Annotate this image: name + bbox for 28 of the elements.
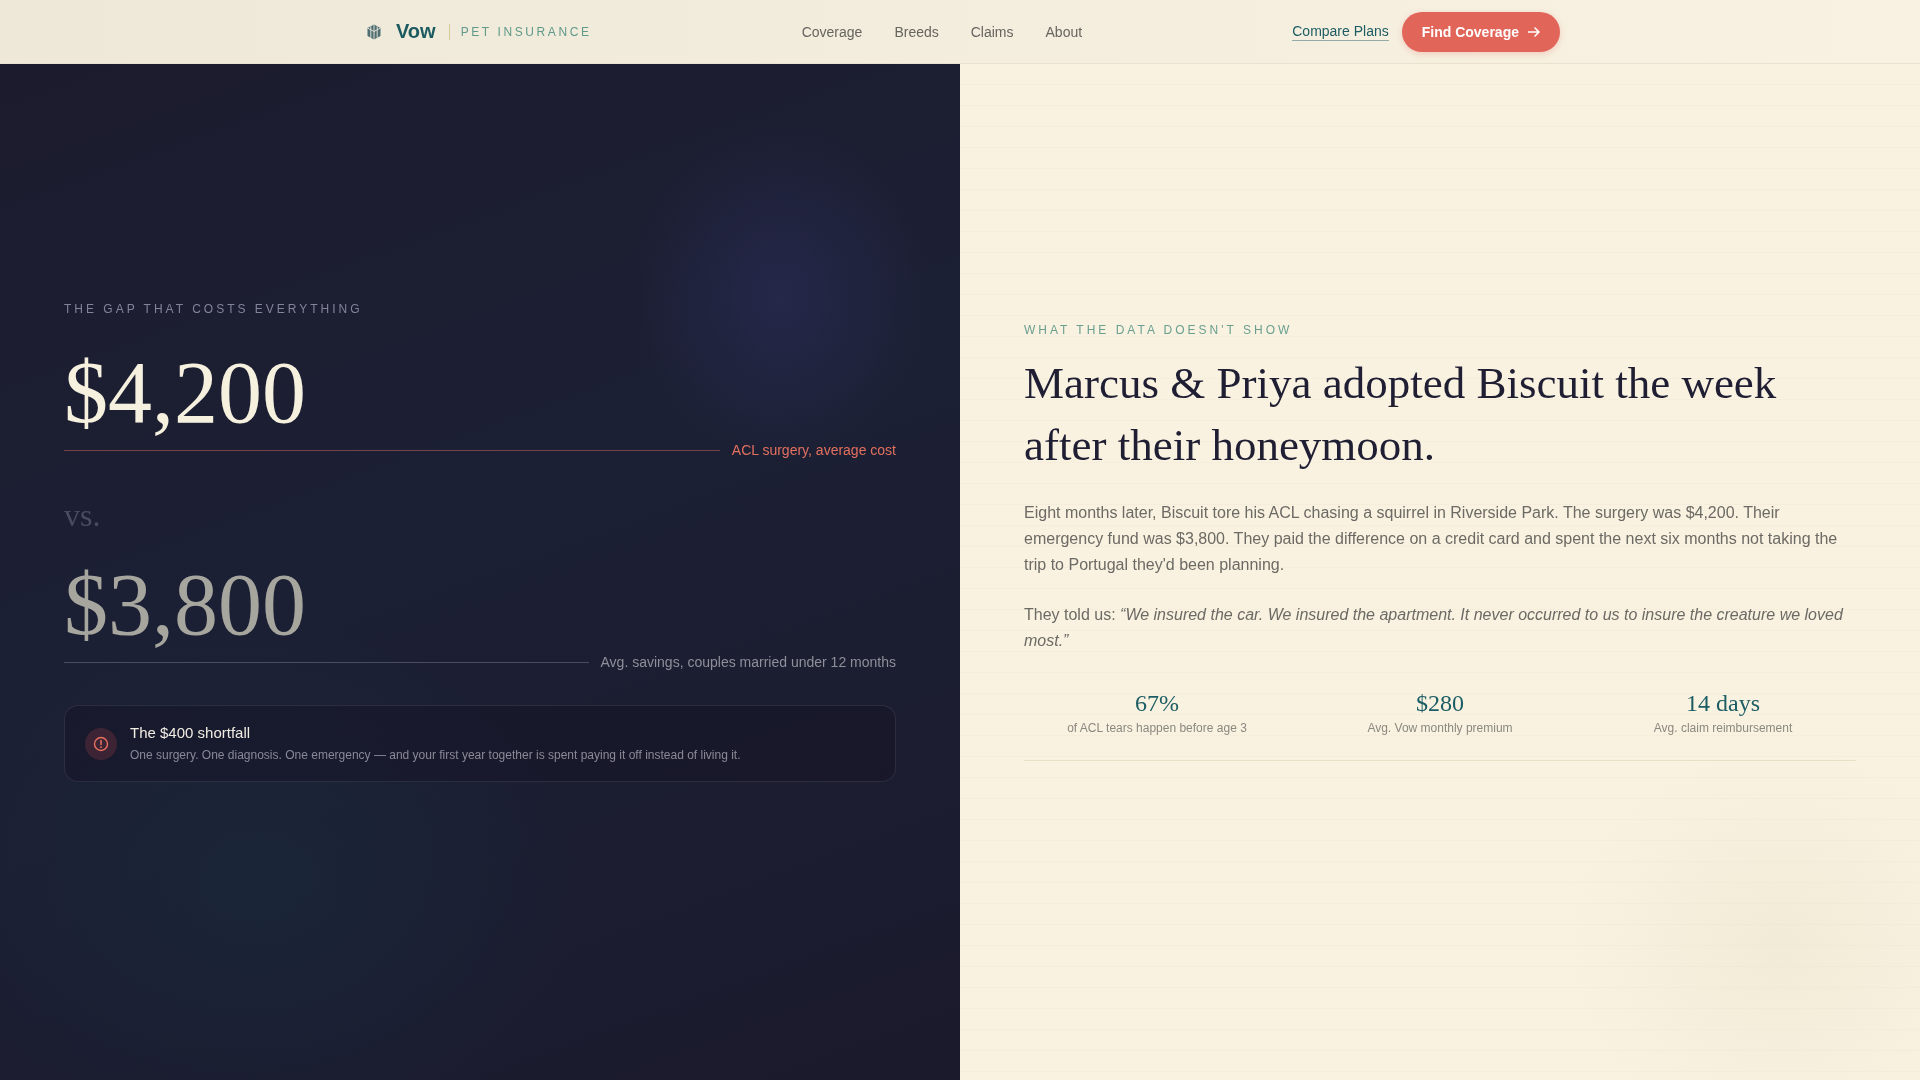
- stat-label: Avg. claim reimbursement: [1653, 720, 1793, 736]
- stat-value: 14 days: [1686, 689, 1760, 718]
- nav-link[interactable]: About: [1045, 23, 1083, 40]
- amount-caption: Avg. savings, couples married under 12 months: [600, 653, 896, 671]
- story-paragraph: Eight months later, Biscuit tore his ACL chasing a squirrel in Riverside Park. The surgery was $4,200. Their emergency fund was $3,800. They paid the difference on a credit card and spent the next six months not taking the trip to Portugal they'd been planning.: [1024, 503, 1839, 575]
- nav-link[interactable]: Claims: [970, 23, 1014, 40]
- nav-link[interactable]: Coverage: [801, 23, 863, 40]
- brand-tagline: PET INSURANCE: [460, 24, 592, 39]
- callout-title: The $400 shortfall: [130, 724, 252, 742]
- quote-paragraph: They told us: “We insured the car. We insured the apartment. It never occurred to us to insure the creature we loved most.”: [1024, 605, 1845, 651]
- amount-figure: $3,800: [64, 561, 307, 649]
- section-eyebrow: WHAT THE DATA DOESN'T SHOW: [1024, 323, 1294, 338]
- amount-figure: $4,200: [64, 349, 307, 437]
- nav-link[interactable]: Breeds: [894, 23, 939, 40]
- alert-icon: [85, 727, 117, 760]
- arrow-right-icon: [1528, 26, 1540, 37]
- find-coverage-button[interactable]: Find Coverage: [1401, 11, 1560, 52]
- stat-value: 67%: [1135, 689, 1179, 718]
- stat-value: $280: [1416, 689, 1464, 718]
- section-eyebrow: THE GAP THAT COSTS EVERYTHING: [64, 302, 364, 317]
- brand-name[interactable]: Vow: [396, 20, 436, 43]
- story-headline: Marcus & Priya adopted Biscuit the week after their honeymoon.: [1024, 357, 1778, 472]
- stat-label: of ACL tears happen before age 3: [1067, 720, 1247, 736]
- compare-plans-link[interactable]: Compare Plans: [1292, 22, 1389, 41]
- hexagon-logo-icon: [367, 23, 381, 40]
- amount-caption: ACL surgery, average cost: [731, 441, 896, 459]
- stat-label: Avg. Vow monthly premium: [1367, 720, 1513, 736]
- callout-text: One surgery. One diagnosis. One emergency — and your first year together is spent paying it off instead of living it.: [130, 747, 741, 763]
